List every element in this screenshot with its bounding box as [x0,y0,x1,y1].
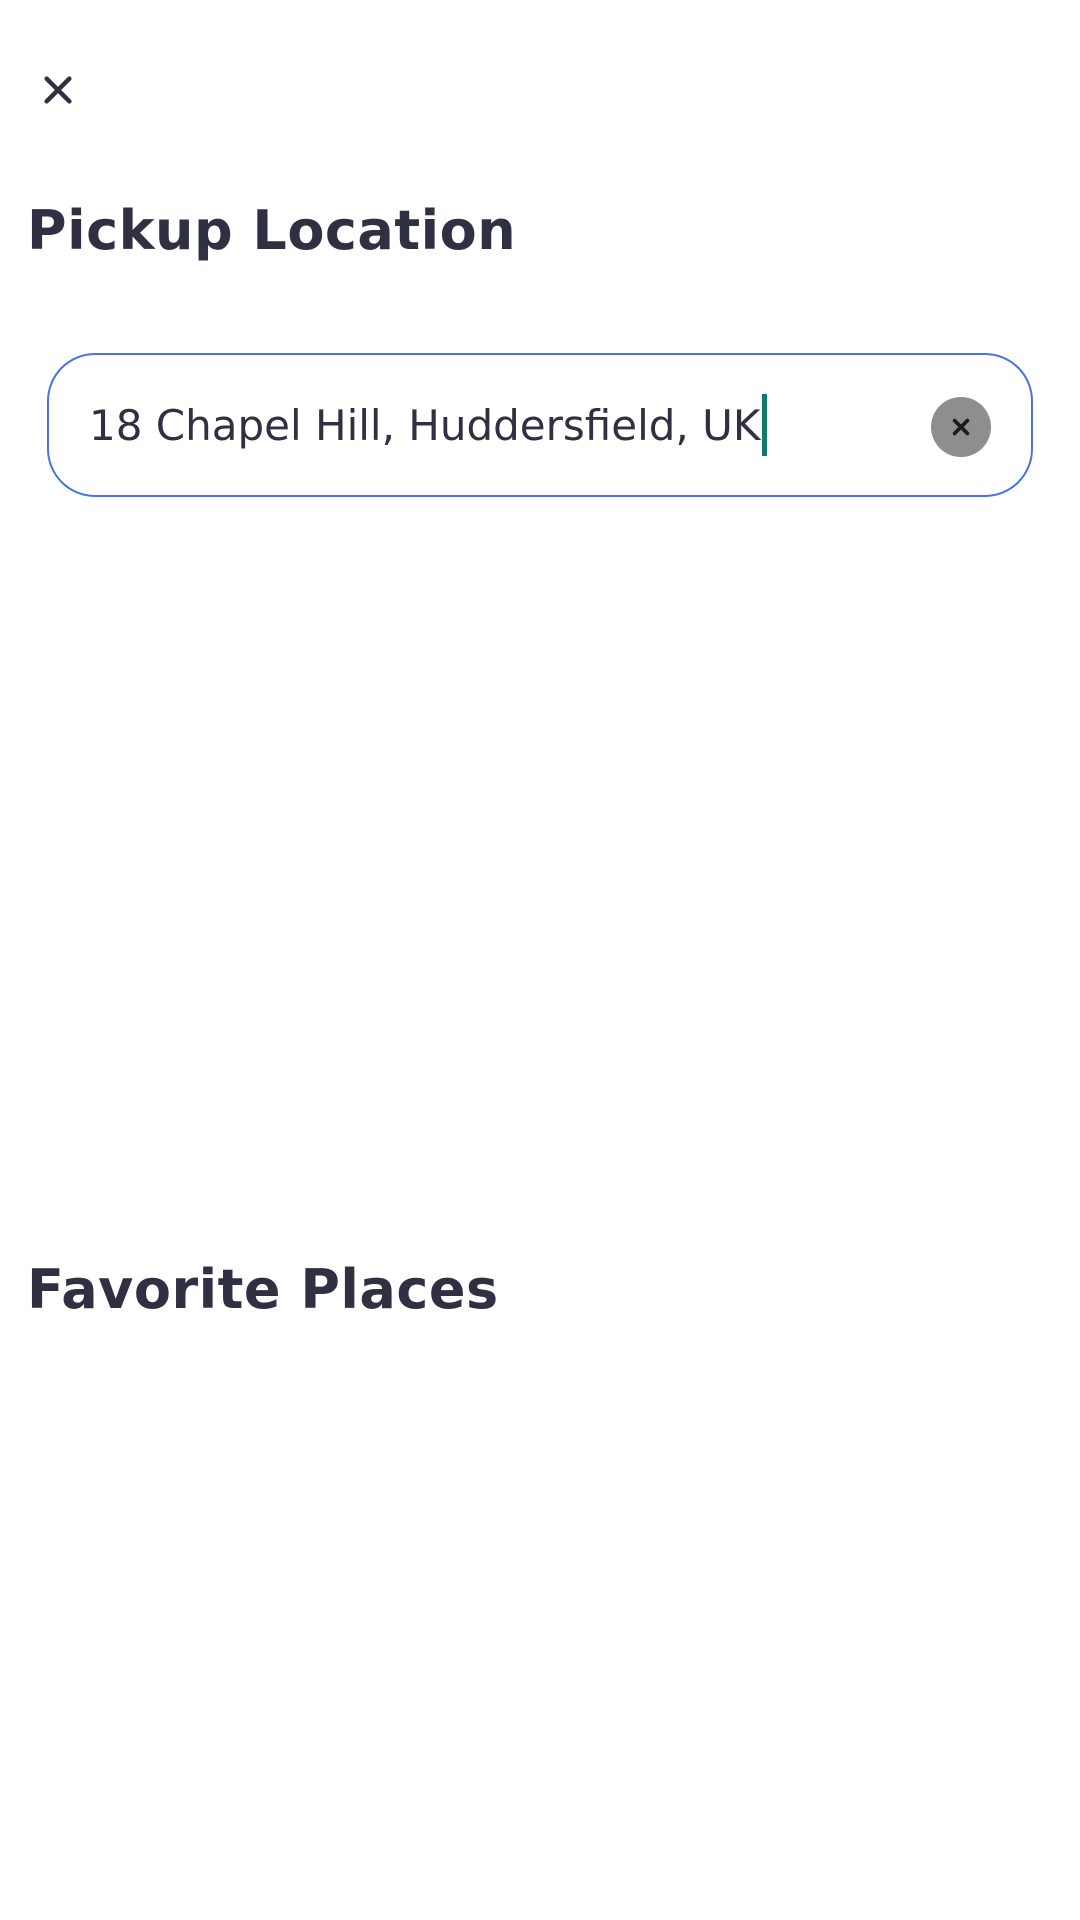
clear-input-button[interactable] [931,397,991,457]
clear-icon [952,418,970,436]
close-button[interactable] [28,60,88,120]
text-caret [762,394,768,456]
close-icon [44,76,72,104]
pickup-search-field[interactable]: 18 Chapel Hill, Huddersfield, UK [47,353,1033,497]
page-title: Pickup Location [27,199,517,262]
pickup-search-input[interactable]: 18 Chapel Hill, Huddersfield, UK [89,401,760,450]
favorite-places-title: Favorite Places [27,1258,499,1321]
